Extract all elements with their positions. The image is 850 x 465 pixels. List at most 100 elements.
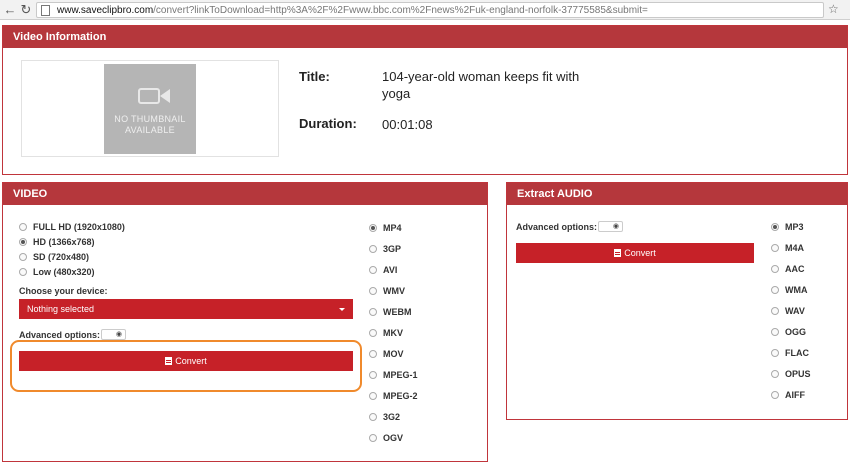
thumbnail-text-line-2: AVAILABLE <box>125 125 175 135</box>
device-label: Choose your device: <box>19 286 108 296</box>
video-format-3g2[interactable]: 3G2 <box>369 410 400 424</box>
format-label: MP4 <box>383 223 402 233</box>
video-format-mpeg-1[interactable]: MPEG-1 <box>369 368 418 382</box>
chevron-down-icon <box>339 308 345 311</box>
device-select[interactable]: Nothing selected <box>19 299 353 319</box>
format-label: 3GP <box>383 244 402 254</box>
convert-label: Convert <box>624 248 656 258</box>
format-label: OGV <box>383 433 404 443</box>
video-format-ogv[interactable]: OGV <box>369 431 403 445</box>
radio-button[interactable] <box>369 223 377 232</box>
video-information-panel: Video Information NO THUMBNAIL AVAILABLE… <box>2 25 848 175</box>
title-line-2: yoga <box>382 86 411 101</box>
duration-value: 00:01:08 <box>382 117 433 132</box>
video-format-wmv[interactable]: WMV <box>369 284 405 298</box>
star-icon[interactable]: ☆ <box>828 1 839 17</box>
audio-format-aiff[interactable]: AIFF <box>771 388 805 402</box>
url-text: www.saveclipbro.com/convert?linkToDownlo… <box>57 4 648 17</box>
radio-button[interactable] <box>19 252 27 261</box>
audio-format-m4a[interactable]: M4A <box>771 241 804 255</box>
radio-button[interactable] <box>19 237 27 246</box>
document-icon <box>614 248 622 257</box>
quality-label: HD (1366x768) <box>33 237 95 247</box>
back-arrow-icon[interactable]: ← <box>2 2 18 18</box>
radio-button[interactable] <box>369 391 377 400</box>
radio-button[interactable] <box>369 265 377 274</box>
radio-button[interactable] <box>771 285 779 294</box>
quality-label: FULL HD (1920x1080) <box>33 222 125 232</box>
advanced-options-toggle[interactable]: ◉ <box>598 221 623 232</box>
radio-button[interactable] <box>771 243 779 252</box>
radio-button[interactable] <box>369 328 377 337</box>
video-format-mp4[interactable]: MP4 <box>369 221 402 235</box>
audio-format-wav[interactable]: WAV <box>771 304 805 318</box>
radio-button[interactable] <box>369 349 377 358</box>
title-value: 104-year-old woman keeps fit with yoga <box>382 68 579 102</box>
radio-button[interactable] <box>369 307 377 316</box>
audio-format-flac[interactable]: FLAC <box>771 346 809 360</box>
title-line-1: 104-year-old woman keeps fit with <box>382 69 580 84</box>
audio-format-mp3[interactable]: MP3 <box>771 220 804 234</box>
browser-toolbar: ← ↻ www.saveclipbro.com/convert?linkToDo… <box>0 0 850 20</box>
camera-lens <box>160 89 170 103</box>
radio-button[interactable] <box>369 433 377 442</box>
thumbnail-frame: NO THUMBNAIL AVAILABLE <box>21 60 279 157</box>
format-label: M4A <box>785 243 805 253</box>
convert-highlight <box>10 340 362 392</box>
advanced-options-label: Advanced options: <box>19 330 101 340</box>
radio-button[interactable] <box>771 390 779 399</box>
radio-button[interactable] <box>19 267 27 276</box>
radio-button[interactable] <box>771 327 779 336</box>
format-label: AVI <box>383 265 398 275</box>
video-format-mkv[interactable]: MKV <box>369 326 403 340</box>
audio-format-wma[interactable]: WMA <box>771 283 808 297</box>
audio-format-aac[interactable]: AAC <box>771 262 805 276</box>
device-selected-value: Nothing selected <box>27 304 95 314</box>
audio-convert-button[interactable]: Convert <box>516 243 754 263</box>
quality-option-hd[interactable]: HD (1366x768) <box>19 235 95 249</box>
radio-button[interactable] <box>369 412 377 421</box>
format-label: WAV <box>785 306 805 316</box>
format-label: MOV <box>383 349 404 359</box>
radio-button[interactable] <box>369 286 377 295</box>
audio-format-ogg[interactable]: OGG <box>771 325 806 339</box>
quality-option-sd[interactable]: SD (720x480) <box>19 250 89 264</box>
format-label: WMV <box>383 286 405 296</box>
url-path: /convert?linkToDownload=http%3A%2F%2Fwww… <box>153 5 648 16</box>
radio-button[interactable] <box>369 370 377 379</box>
advanced-options-toggle[interactable]: ◉ <box>101 329 126 340</box>
format-label: MKV <box>383 328 403 338</box>
radio-button[interactable] <box>771 306 779 315</box>
radio-button[interactable] <box>771 348 779 357</box>
video-format-mpeg-2[interactable]: MPEG-2 <box>369 389 418 403</box>
format-label: MP3 <box>785 222 804 232</box>
duration-label: Duration: <box>299 116 357 131</box>
video-format-webm[interactable]: WEBM <box>369 305 412 319</box>
video-panel: VIDEO FULL HD (1920x1080) HD (1366x768) … <box>2 182 488 462</box>
camera-icon <box>138 88 160 104</box>
quality-option-full-hd[interactable]: FULL HD (1920x1080) <box>19 220 125 234</box>
video-format-avi[interactable]: AVI <box>369 263 397 277</box>
radio-button[interactable] <box>771 222 779 231</box>
radio-button[interactable] <box>771 264 779 273</box>
video-format-3gp[interactable]: 3GP <box>369 242 401 256</box>
quality-option-low[interactable]: Low (480x320) <box>19 265 95 279</box>
extract-audio-panel: Extract AUDIO Advanced options: ◉ Conver… <box>506 182 848 420</box>
radio-button[interactable] <box>771 369 779 378</box>
advanced-options-label: Advanced options: <box>516 222 598 232</box>
video-format-mov[interactable]: MOV <box>369 347 404 361</box>
panel-header: Extract AUDIO <box>507 183 847 205</box>
format-label: 3G2 <box>383 412 401 422</box>
address-bar[interactable]: www.saveclipbro.com/convert?linkToDownlo… <box>36 2 824 18</box>
page-icon <box>41 5 50 16</box>
thumbnail-text-line-1: NO THUMBNAIL <box>114 114 186 124</box>
reload-icon[interactable]: ↻ <box>18 2 34 18</box>
title-label: Title: <box>299 69 330 84</box>
quality-label: Low (480x320) <box>33 267 95 277</box>
audio-format-opus[interactable]: OPUS <box>771 367 811 381</box>
radio-button[interactable] <box>19 222 27 231</box>
url-host: www.saveclipbro.com <box>57 5 154 16</box>
format-label: MPEG-2 <box>383 391 418 401</box>
radio-button[interactable] <box>369 244 377 253</box>
format-label: WEBM <box>383 307 412 317</box>
